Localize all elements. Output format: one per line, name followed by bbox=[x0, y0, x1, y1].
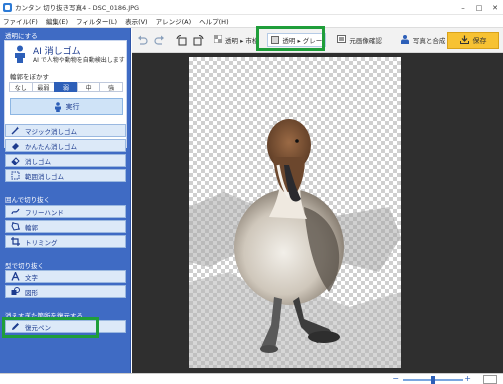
tool-range-eraser-label: 範囲消しゴム bbox=[25, 172, 64, 181]
menu-file[interactable]: ファイル(F) bbox=[3, 16, 38, 26]
title-bar: カンタン 切り抜き写真4 - DSC_0186.JPG – □ ✕ bbox=[0, 0, 503, 15]
save-icon bbox=[459, 35, 469, 46]
original-check-label: 元画像確認 bbox=[349, 37, 382, 45]
original-image-icon bbox=[337, 35, 347, 45]
tool-range-eraser[interactable]: 範囲消しゴム bbox=[5, 169, 126, 182]
menu-bar: ファイル(F) 編集(E) フィルター(L) 表示(V) アレンジ(A) ヘルプ… bbox=[0, 15, 503, 28]
tool-outline[interactable]: 輪郭 bbox=[5, 220, 126, 233]
redo-icon[interactable] bbox=[152, 33, 166, 47]
crop-icon bbox=[11, 237, 20, 246]
zoom-out-icon[interactable]: − bbox=[392, 374, 399, 383]
section-cut-label: 囲んで切り抜く bbox=[5, 196, 51, 204]
save-button[interactable]: 保存 bbox=[447, 32, 499, 49]
easy-eraser-icon bbox=[11, 141, 20, 150]
freehand-icon bbox=[11, 207, 20, 216]
checker-icon bbox=[213, 34, 223, 45]
shape-icon bbox=[11, 287, 20, 296]
blur-option-strong[interactable]: 強 bbox=[99, 82, 123, 92]
tool-freehand-label: フリーハンド bbox=[25, 208, 64, 217]
blur-option-weak[interactable]: 弱 bbox=[54, 82, 78, 92]
compose-button[interactable]: 写真と合成 bbox=[397, 33, 449, 47]
tool-magic-eraser-label: マジック消しゴム bbox=[25, 127, 77, 136]
tool-text-label: 文字 bbox=[25, 273, 38, 282]
tool-eraser-label: 消しゴム bbox=[25, 157, 51, 166]
execute-label: 実行 bbox=[65, 102, 80, 111]
tool-crop[interactable]: トリミング bbox=[5, 235, 126, 248]
blur-edge-label: 輪郭をぼかす bbox=[10, 73, 49, 81]
range-eraser-icon bbox=[11, 171, 20, 180]
menu-arrange[interactable]: アレンジ(A) bbox=[156, 16, 192, 26]
zoom-slider-knob[interactable] bbox=[431, 376, 435, 384]
person-photo-icon bbox=[400, 34, 410, 46]
tool-freehand[interactable]: フリーハンド bbox=[5, 205, 126, 218]
tool-shape-label: 図形 bbox=[25, 288, 38, 297]
blur-option-medium[interactable]: 中 bbox=[76, 82, 101, 92]
execute-button[interactable]: 実行 bbox=[10, 98, 123, 115]
section-shape-label: 型で切り抜く bbox=[5, 262, 44, 270]
menu-filter[interactable]: フィルター(L) bbox=[76, 16, 117, 26]
minimize-button[interactable]: – bbox=[455, 0, 471, 15]
gray-view-highlight bbox=[256, 26, 325, 51]
person-small-icon bbox=[54, 101, 61, 112]
compose-label: 写真と合成 bbox=[412, 37, 446, 45]
menu-view[interactable]: 表示(V) bbox=[125, 16, 148, 26]
status-bar: − + bbox=[0, 373, 503, 384]
maximize-button[interactable]: □ bbox=[471, 0, 487, 15]
zoom-in-icon[interactable]: + bbox=[464, 374, 471, 383]
restore-pen-highlight bbox=[2, 317, 99, 338]
rotate-right-icon[interactable] bbox=[191, 33, 205, 47]
tool-eraser[interactable]: 消しゴム bbox=[5, 154, 126, 167]
duck-image bbox=[189, 119, 401, 368]
magic-wand-icon bbox=[11, 126, 20, 135]
menu-edit[interactable]: 編集(E) bbox=[46, 16, 68, 26]
eraser-icon bbox=[11, 156, 20, 165]
save-label: 保存 bbox=[472, 36, 487, 45]
window-title: カンタン 切り抜き写真4 - DSC_0186.JPG bbox=[15, 4, 140, 12]
blur-option-weakest[interactable]: 最弱 bbox=[31, 82, 56, 92]
text-icon bbox=[11, 272, 20, 281]
tool-crop-label: トリミング bbox=[25, 238, 58, 247]
rotate-left-icon[interactable] bbox=[174, 33, 188, 47]
app-icon bbox=[3, 2, 12, 12]
fit-to-window-icon[interactable] bbox=[483, 375, 497, 384]
tool-easy-eraser-label: かんたん消しゴム bbox=[25, 142, 77, 151]
window-controls: – □ ✕ bbox=[455, 0, 503, 15]
undo-icon[interactable] bbox=[135, 33, 149, 47]
ai-eraser-description: AI で人物や動物を自動検出します bbox=[33, 57, 125, 64]
tool-magic-eraser[interactable]: マジック消しゴム bbox=[5, 124, 126, 137]
tool-text[interactable]: 文字 bbox=[5, 270, 126, 283]
person-icon bbox=[11, 45, 29, 63]
tool-outline-label: 輪郭 bbox=[25, 223, 38, 232]
original-check-button[interactable]: 元画像確認 bbox=[334, 33, 385, 47]
menu-help[interactable]: ヘルプ(H) bbox=[199, 16, 228, 26]
section-transparent-label: 透明にする bbox=[5, 32, 38, 40]
close-button[interactable]: ✕ bbox=[487, 0, 503, 15]
edited-photo[interactable] bbox=[189, 57, 401, 368]
view-checker-button[interactable]: 透明 ▸ 市松 bbox=[211, 33, 261, 47]
blur-option-none[interactable]: なし bbox=[9, 82, 33, 92]
blur-level-selector: なし 最弱 弱 中 強 bbox=[9, 82, 123, 92]
tool-easy-eraser[interactable]: かんたん消しゴム bbox=[5, 139, 126, 152]
outline-icon bbox=[11, 222, 20, 231]
canvas-area[interactable] bbox=[132, 53, 503, 373]
view-checker-label: 透明 ▸ 市松 bbox=[225, 37, 259, 45]
tool-shape[interactable]: 図形 bbox=[5, 285, 126, 298]
